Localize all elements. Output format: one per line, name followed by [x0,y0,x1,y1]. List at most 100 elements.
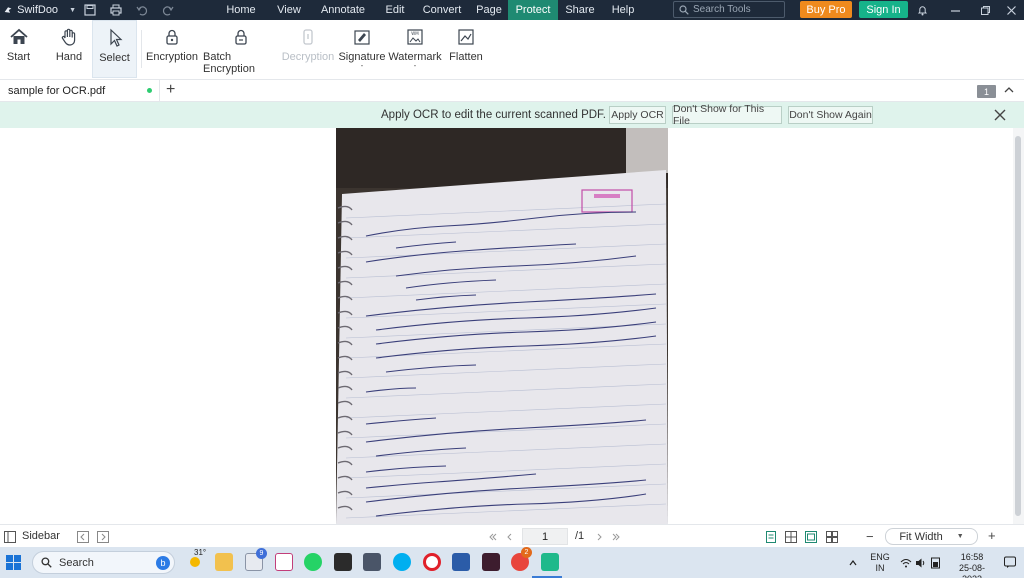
menu-view[interactable]: View [268,0,310,20]
next-view-icon[interactable] [97,531,109,543]
sticky-notes-icon[interactable] [334,553,352,571]
continuous-view-icon[interactable] [805,531,817,543]
hand-icon [61,28,76,46]
notification-center-icon[interactable] [1003,555,1017,569]
vertical-scrollbar[interactable] [1013,128,1024,524]
collapse-chevron-icon[interactable] [1003,84,1015,96]
volume-icon[interactable] [915,557,927,569]
dont-show-for-file-button[interactable]: Don't Show for This File [672,103,782,127]
batch-lock-icon [234,29,247,45]
buy-pro-button[interactable]: Buy Pro [800,1,852,18]
watermark-icon-text: WM [411,31,419,36]
batch-encryption-button[interactable]: Batch Encryption [203,20,278,78]
menu-annotate[interactable]: Annotate [310,0,376,20]
language-top: ENG [870,552,890,562]
apply-ocr-button[interactable]: Apply OCR [609,106,666,124]
snipping-tool-icon[interactable] [275,553,293,571]
taskbar-search-label: Search [59,556,94,569]
previous-view-icon[interactable] [77,531,89,543]
two-page-view-icon[interactable] [785,531,797,543]
single-page-view-icon[interactable] [765,531,777,543]
document-tab-title: sample for OCR.pdf [8,85,106,97]
menu-edit[interactable]: Edit [376,0,414,20]
clock[interactable]: 16:58 25-08-2023 [950,552,994,578]
wifi-icon[interactable] [900,557,912,569]
undo-icon[interactable] [136,4,148,16]
sign-in-button[interactable]: Sign In [859,1,908,18]
taskbar-search[interactable]: Search b [32,551,175,574]
menu-share[interactable]: Share [558,0,602,20]
word-icon[interactable] [452,553,470,571]
watermark-dropdown-icon[interactable]: - [414,62,417,70]
video-editor-icon[interactable] [482,553,500,571]
weather-widget[interactable]: 31° [186,548,206,572]
close-window-button[interactable] [996,0,1024,20]
calculator-icon[interactable] [363,553,381,571]
redo-icon[interactable] [162,4,174,16]
encryption-button[interactable]: Encryption [146,20,198,78]
close-banner-icon[interactable] [994,109,1006,121]
skype-icon[interactable] [393,553,411,571]
document-viewer[interactable] [0,128,1024,524]
decryption-button[interactable]: Decryption [282,20,334,78]
file-explorer-icon[interactable] [215,553,233,571]
print-icon[interactable] [110,4,122,16]
signature-dropdown-icon[interactable]: - [361,62,364,70]
tray-chevron-icon[interactable] [848,558,858,568]
zoom-in-button[interactable]: + [988,528,996,543]
zoom-out-button[interactable]: − [866,529,874,544]
last-page-icon[interactable] [611,531,623,543]
app-logo[interactable]: SwifDoo ▼ [0,4,76,16]
menu-home[interactable]: Home [214,0,268,20]
battery-icon[interactable] [930,557,942,569]
next-page-icon[interactable] [594,531,606,543]
notification-bell[interactable] [907,0,937,20]
language-bottom: IN [875,563,885,573]
clock-time: 16:58 [960,552,984,562]
zoom-select[interactable]: Fit Width ▼ [885,528,978,545]
save-icon[interactable] [84,4,96,16]
search-icon [41,557,52,568]
select-tool-button[interactable]: Select [92,20,137,78]
sidebar-label[interactable]: Sidebar [22,530,60,542]
mail-icon[interactable]: 9 [245,548,267,571]
windows-start-icon[interactable] [6,555,21,570]
language-indicator[interactable]: ENG IN [868,552,892,574]
signature-button[interactable]: Signature - [338,20,386,78]
windows-taskbar: Search b 31° 9 2 ENG IN 16:58 25-08- [0,547,1024,578]
watermark-button[interactable]: WM Watermark - [388,20,442,78]
watermark-icon: WM [407,29,423,45]
add-tab-button[interactable]: + [166,81,175,99]
scrollbar-thumb[interactable] [1015,136,1021,516]
current-page-input[interactable]: 1 [522,528,568,545]
menu-help[interactable]: Help [602,0,644,20]
swifdoo-logo-icon [4,7,12,13]
whatsapp-icon[interactable] [304,553,322,571]
minimize-button[interactable] [940,0,970,20]
menu-page[interactable]: Page [470,0,508,20]
opera-icon[interactable] [423,553,441,571]
hand-tool-button[interactable]: Hand [52,20,86,78]
ocr-message: Apply OCR to edit the current scanned PD… [381,109,606,121]
first-page-icon[interactable] [486,531,498,543]
previous-page-icon[interactable] [503,531,515,543]
bing-icon[interactable]: b [156,555,170,570]
document-tab[interactable]: sample for OCR.pdf [0,80,160,102]
signature-pen-icon [354,30,370,45]
start-button[interactable]: Start [2,20,35,78]
search-tools[interactable]: Search Tools [673,1,785,18]
menu-protect[interactable]: Protect [508,0,558,20]
unlock-icon [303,29,313,45]
dont-show-again-button[interactable]: Don't Show Again [788,106,873,124]
sidebar-toggle-icon[interactable] [4,531,16,543]
grid-view-icon[interactable] [826,531,838,543]
chrome-icon[interactable]: 2 [511,547,532,571]
bell-icon [917,5,927,15]
app-menu-caret-icon[interactable]: ▼ [69,7,76,14]
start-label: Start [6,51,31,63]
encryption-label: Encryption [146,51,198,63]
swifdoo-taskbar-icon[interactable] [541,553,559,571]
flatten-button[interactable]: Flatten [448,20,484,78]
menu-convert[interactable]: Convert [414,0,470,20]
chrome-badge: 2 [521,547,532,558]
